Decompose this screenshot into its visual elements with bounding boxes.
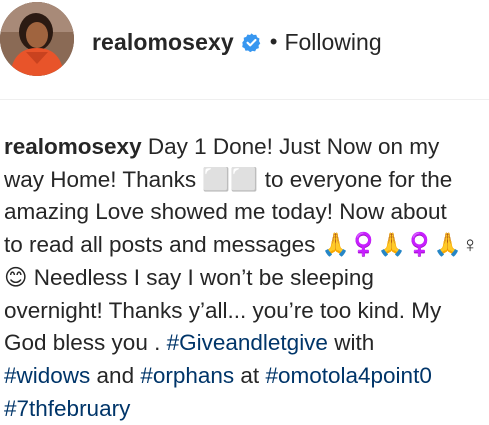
hashtag-widows[interactable]: #widows <box>4 363 90 388</box>
caption-line-3: amazing Love showed me today! Now about <box>4 199 447 225</box>
caption-line-4: to read all posts and messages 🙏♀️🙏♀️🙏♀ <box>4 232 479 258</box>
caption-line-6: overnight! Thanks y’all... you’re too ki… <box>4 297 442 323</box>
caption-line-8: #widows and #orphans at #omotola4point0 <box>4 360 486 393</box>
verified-badge-icon <box>241 32 262 53</box>
username-row: realomosexy • Following <box>92 27 382 57</box>
header-username[interactable]: realomosexy <box>92 29 234 56</box>
hashtag-7thfebruary[interactable]: #7thfebruary <box>4 396 130 421</box>
caption-line-7: God bless you . #Giveandletgive with <box>4 327 486 360</box>
header-divider <box>0 99 489 100</box>
caption-text: at <box>234 362 266 388</box>
avatar[interactable] <box>0 2 74 76</box>
caption-line-5: 😊 Needless I say I won’t be sleeping <box>4 264 374 290</box>
caption-username[interactable]: realomosexy <box>4 134 142 159</box>
caption-line-2: way Home! Thanks ⬜⬜ to everyone for the <box>4 166 453 192</box>
caption-line-9: #7thfebruary <box>4 393 486 425</box>
caption-line-1: realomosexy Day 1 Done! Just Now on my <box>4 131 486 164</box>
post-header: realomosexy • Following <box>0 0 489 86</box>
following-button[interactable]: Following <box>284 29 381 56</box>
caption-text: Day 1 Done! Just Now on my <box>147 134 440 159</box>
post-caption: realomosexy Day 1 Done! Just Now on my w… <box>4 131 486 425</box>
separator-dot: • <box>269 29 278 54</box>
caption-text: and <box>90 362 141 388</box>
hashtag-orphans[interactable]: #orphans <box>140 363 234 388</box>
avatar-image <box>0 2 74 76</box>
hashtag-omotola4point0[interactable]: #omotola4point0 <box>265 363 431 388</box>
caption-text: with <box>327 330 375 356</box>
hashtag-giveandletgive[interactable]: #Giveandletgive <box>167 330 328 355</box>
caption-text: God bless you . <box>4 330 167 356</box>
